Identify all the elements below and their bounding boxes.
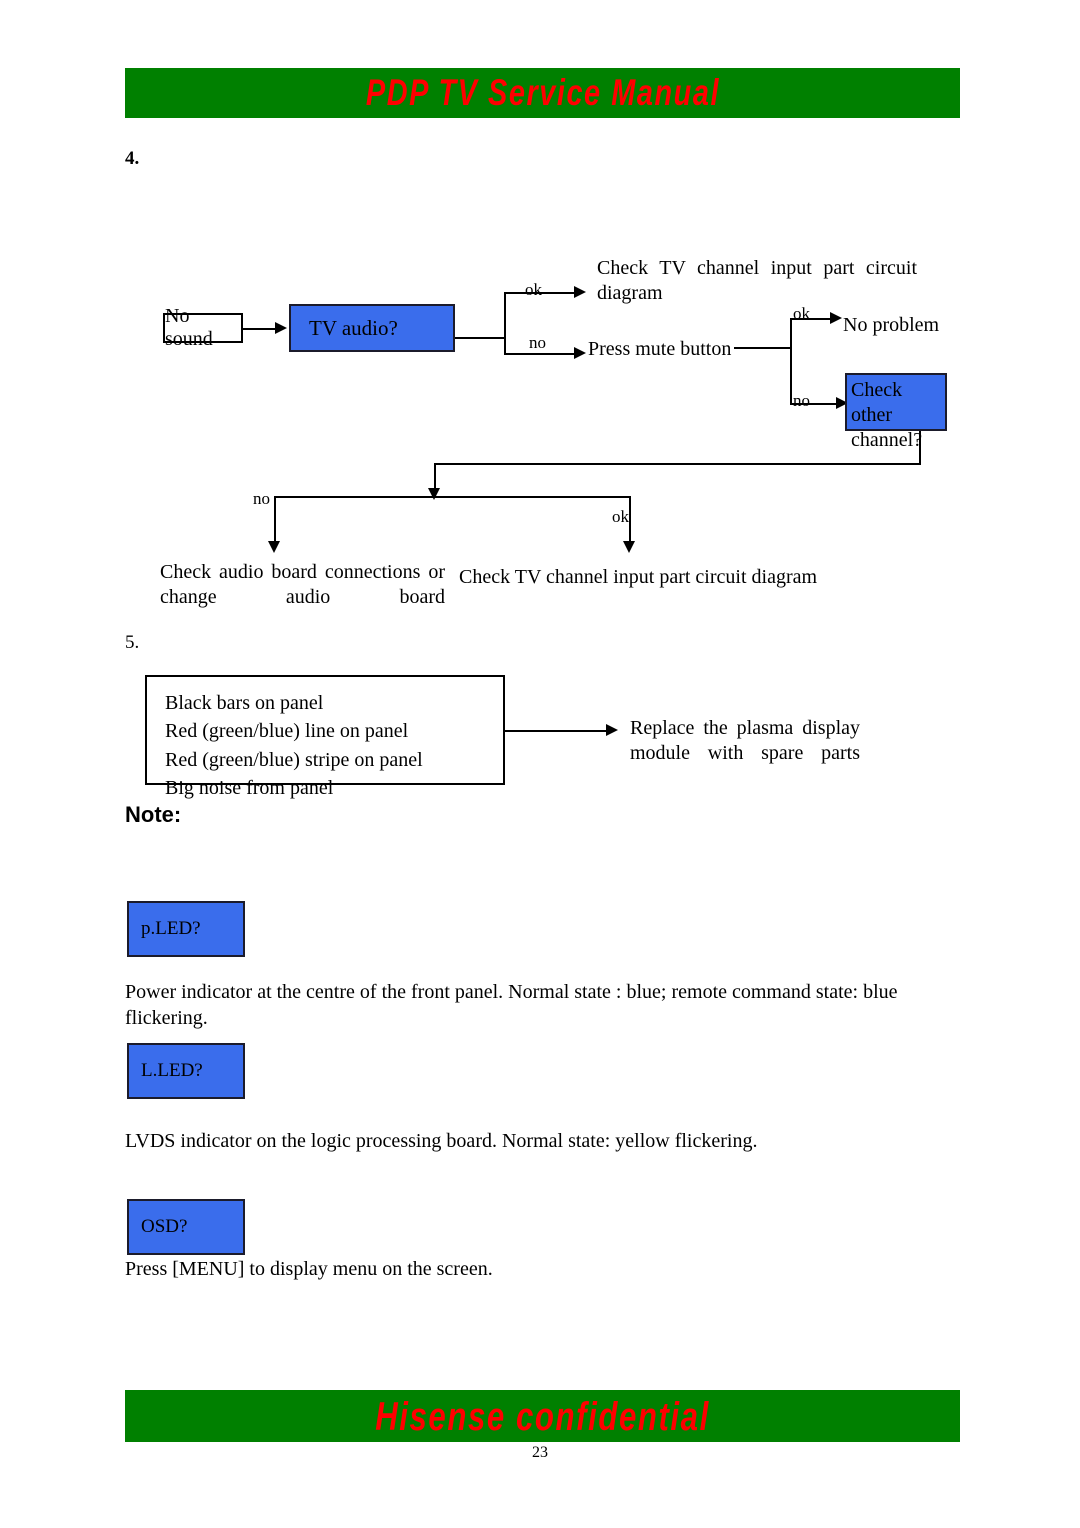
- flow-text-replace-module: Replace the plasma display module with s…: [630, 717, 860, 764]
- arrowhead-fork1-ok: [574, 286, 586, 298]
- connector-check-other-down: [919, 431, 921, 465]
- section-4-number: 4.: [125, 148, 140, 169]
- symptom-item: Red (green/blue) line on panel: [165, 720, 409, 743]
- header-banner: PDP TV Service Manual: [125, 68, 960, 118]
- edge-label-no-1: no: [529, 333, 546, 352]
- arrowhead-junction-no: [268, 541, 280, 553]
- flow-box-tv-audio: TV audio?: [289, 304, 455, 352]
- flow-box-no-sound-label: No sound: [165, 305, 213, 350]
- connector-junction-ok: [629, 496, 631, 544]
- arrowhead-to-action: [606, 724, 618, 736]
- page-number: 23: [532, 1444, 548, 1461]
- arrowhead-to-junction: [428, 488, 440, 500]
- edge-label-no-2: no: [793, 391, 810, 410]
- connector-symptom-to-action: [505, 730, 613, 732]
- note-box-p-led-label: p.LED?: [141, 918, 201, 939]
- edge-label-ok-3: ok: [612, 507, 629, 526]
- edge-label-no-3: no: [253, 489, 270, 508]
- flow-box-check-other-channel: Check other channel?: [845, 373, 947, 451]
- flow-text-check-audio-board: Check audio board connections or change …: [160, 561, 445, 608]
- symptom-item: Big noise from panel: [165, 777, 334, 800]
- fork-1-vertical: [504, 292, 506, 354]
- connector-press-mute-to-fork2: [734, 347, 792, 349]
- flow-text-press-mute: Press mute button: [588, 338, 732, 360]
- arrowhead-to-tv-audio: [275, 322, 287, 334]
- flow-text-no-problem: No problem: [843, 314, 940, 336]
- connector-fork1-no: [504, 353, 576, 355]
- arrowhead-fork1-no: [574, 347, 586, 359]
- footer-title: Hisense confidential: [375, 1395, 710, 1439]
- symptom-item: Red (green/blue) stripe on panel: [165, 748, 423, 771]
- connector-check-other-left: [434, 463, 921, 465]
- note-box-osd-label: OSD?: [141, 1216, 188, 1237]
- note-box-osd: OSD?: [127, 1199, 245, 1255]
- flow-text-check-tv-circuit-bottom: Check TV channel input part circuit diag…: [459, 566, 818, 588]
- connector-down-to-junction: [434, 463, 436, 491]
- note-description-l-led: LVDS indicator on the logic processing b…: [125, 1130, 758, 1152]
- section-5-number: 5.: [125, 632, 140, 653]
- connector-no-sound-to-tv-audio: [243, 328, 275, 330]
- flow-box-tv-audio-label: TV audio?: [309, 315, 398, 340]
- note-box-l-led-label: L.LED?: [141, 1060, 203, 1081]
- symptom-box: Black bars on panel Red (green/blue) lin…: [145, 675, 505, 799]
- header-title: PDP TV Service Manual: [365, 72, 720, 113]
- note-box-p-led: p.LED?: [127, 901, 245, 957]
- symptom-item: Black bars on panel: [165, 692, 324, 714]
- flow-box-no-sound: No sound: [163, 305, 243, 350]
- arrowhead-junction-ok: [623, 541, 635, 553]
- edge-label-ok-1: ok: [525, 280, 542, 299]
- note-label: Note:: [125, 802, 182, 827]
- connector-junction-no: [274, 496, 276, 544]
- note-description-osd: Press [MENU] to display menu on the scre…: [125, 1258, 493, 1280]
- connector-tv-audio-to-fork: [455, 337, 505, 339]
- junction-bar: [274, 496, 631, 498]
- edge-label-ok-2: ok: [793, 304, 810, 323]
- fork-2-vertical: [790, 318, 792, 404]
- note-box-l-led: L.LED?: [127, 1043, 245, 1099]
- note-description-p-led: Power indicator at the centre of the fro…: [125, 981, 898, 1029]
- footer-banner: Hisense confidential: [125, 1390, 960, 1442]
- arrowhead-fork2-ok: [830, 312, 842, 324]
